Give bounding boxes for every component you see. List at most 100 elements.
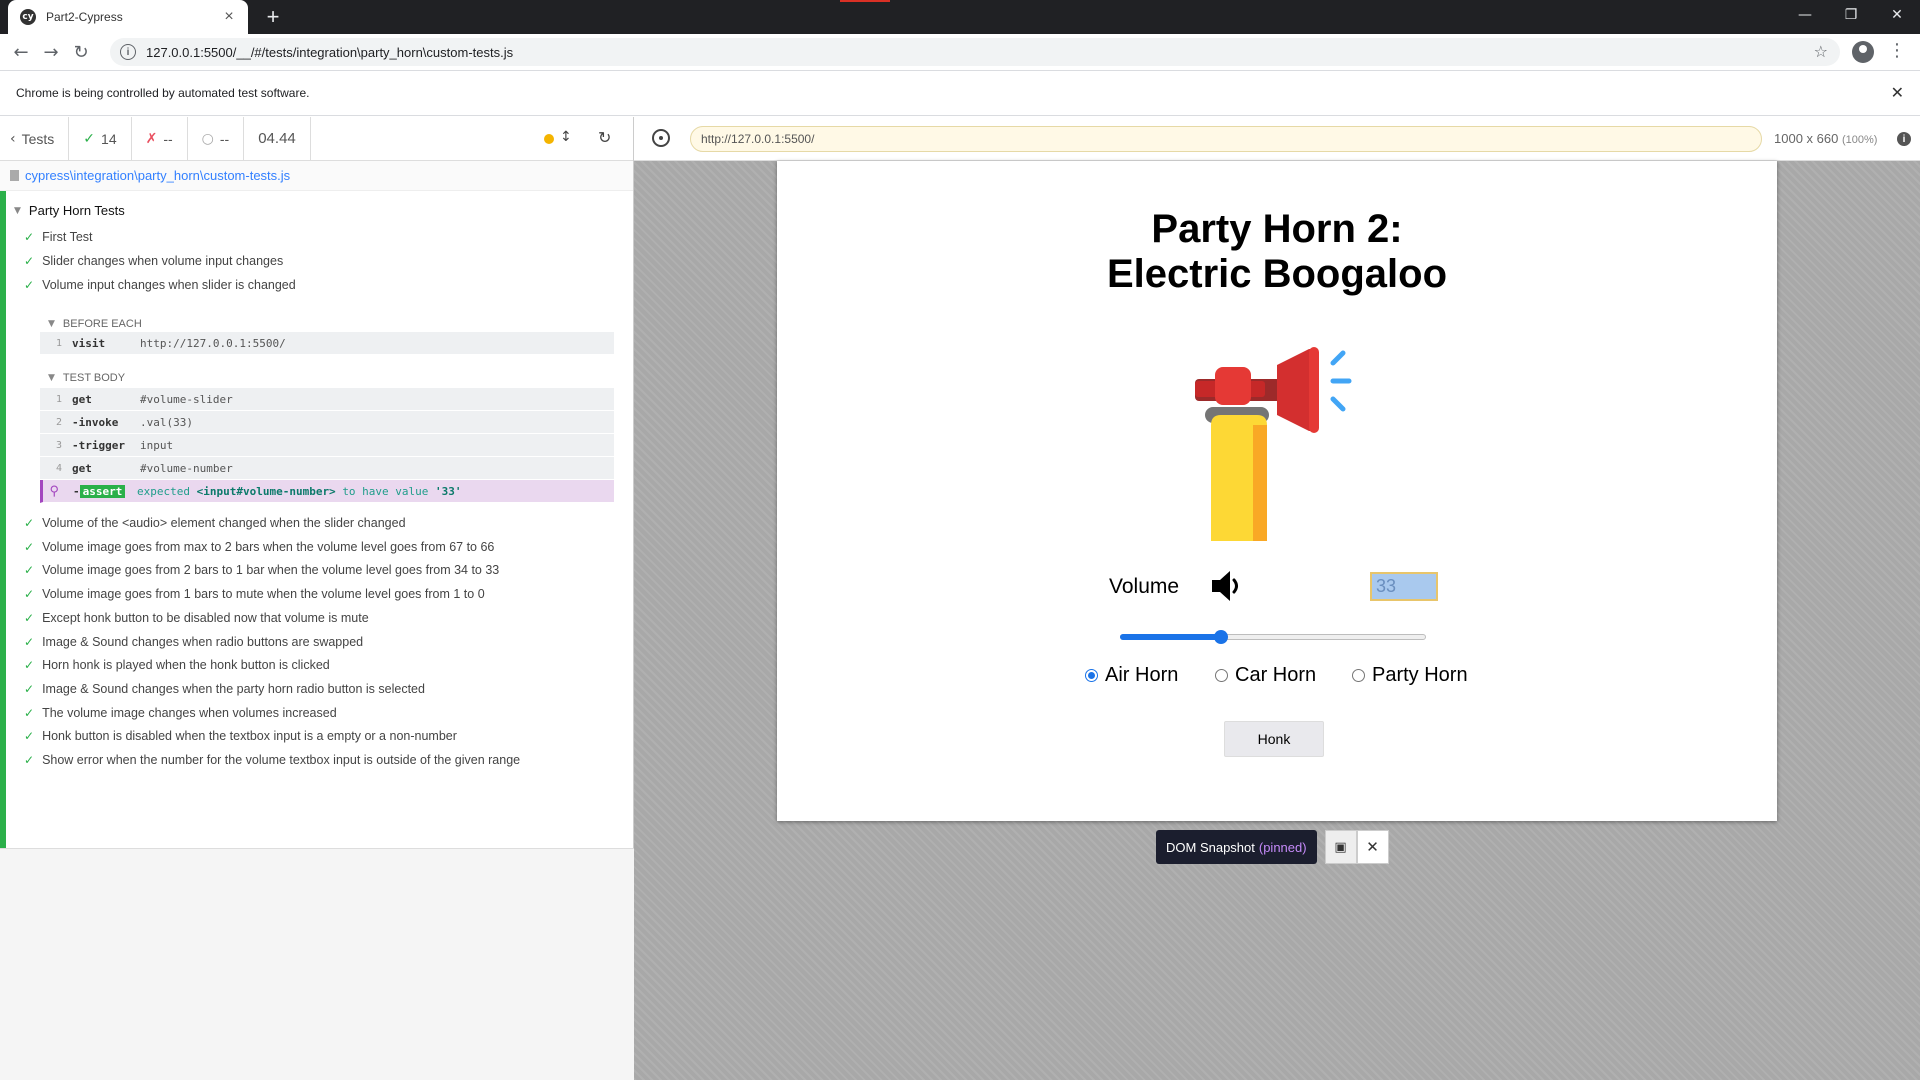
test-item-label: Show error when the number for the volum…	[42, 753, 521, 767]
test-item-label: Volume input changes when slider is chan…	[42, 278, 296, 292]
volume-slider-thumb[interactable]	[1213, 630, 1228, 644]
check-icon: ✓	[24, 705, 35, 720]
minimize-icon[interactable]: —	[1782, 0, 1828, 30]
command-name: -invoke	[72, 415, 119, 429]
check-icon: ✓	[24, 278, 35, 292]
infobar-close-icon[interactable]: ✕	[1891, 83, 1904, 102]
viewport-size: 1000 x 660 (100%)	[1774, 131, 1877, 146]
titlebar-accent	[840, 0, 890, 2]
address-url[interactable]: 127.0.0.1:5500/__/#/tests/integration\pa…	[146, 45, 513, 60]
radio-party-horn[interactable]: Party Horn	[1352, 664, 1468, 687]
passed-value: 14	[101, 130, 117, 147]
command-message: #volume-slider	[140, 392, 233, 406]
radio-air-horn[interactable]: Air Horn	[1085, 664, 1178, 687]
test-item[interactable]: ✓ The volume image changes when volumes i…	[24, 703, 337, 723]
test-item[interactable]: ✓ Image & Sound changes when radio button…	[24, 632, 363, 652]
test-item-label: Honk button is disabled when the textbox…	[42, 729, 457, 744]
volume-label: Volume	[1109, 575, 1180, 598]
selector-playground-icon[interactable]	[652, 129, 670, 147]
site-info-icon[interactable]: i	[120, 44, 136, 60]
test-item[interactable]: ✓ Show error when the number for the volu…	[24, 750, 520, 770]
command-message: http://127.0.0.1:5500/	[140, 336, 286, 350]
test-item[interactable]: ✓ Volume input changes when slider is cha…	[24, 275, 296, 295]
cypress-reporter: ‹ Tests ✓ 14 ✗ -- ○ -- 04.44 ↕ ↻ cypress…	[0, 116, 634, 1080]
command-row[interactable]: 1 get #volume-slider	[40, 388, 614, 411]
assert-command-row[interactable]: ⚲ - assert expected <input#volume-number>…	[40, 480, 614, 503]
pin-icon: ⚲	[49, 483, 59, 499]
test-item-label: Horn honk is played when the honk button…	[42, 658, 330, 673]
failed-value: --	[163, 130, 173, 147]
address-bar[interactable]: i 127.0.0.1:5500/__/#/tests/integration\…	[110, 38, 1840, 66]
test-item[interactable]: ✓ Volume image goes from 1 bars to mute w…	[24, 584, 485, 604]
test-body-hook[interactable]: ▼ TEST BODY	[48, 372, 125, 384]
test-item[interactable]: ✓ Horn honk is played when the honk butto…	[24, 655, 330, 675]
run-duration: 04.44	[244, 116, 311, 161]
profile-avatar-icon[interactable]	[1852, 41, 1874, 63]
command-name: -trigger	[72, 438, 125, 452]
automation-infobar: Chrome is being controlled by automated …	[0, 70, 1920, 116]
chevron-left-icon: ‹	[10, 130, 16, 147]
suite-title-text: Party Horn Tests	[28, 203, 125, 218]
close-tab-icon[interactable]: ×	[220, 8, 238, 26]
rerun-icon[interactable]: ↻	[598, 128, 611, 147]
forward-icon[interactable]: →	[36, 37, 66, 67]
command-row[interactable]: 1 visit http://127.0.0.1:5500/	[40, 332, 614, 355]
command-row[interactable]: 4 get #volume-number	[40, 457, 614, 480]
reload-icon[interactable]: ↻	[66, 37, 96, 67]
radio-air-horn-control[interactable]	[1085, 669, 1098, 682]
viewport-info-icon[interactable]: i	[1897, 132, 1911, 146]
assert-msg-value: '33'	[435, 484, 462, 498]
radio-car-horn-control[interactable]	[1215, 669, 1228, 682]
autoscroll-icon[interactable]: ↕	[560, 129, 572, 145]
honk-button[interactable]: Honk	[1224, 721, 1324, 757]
spec-path-text[interactable]: cypress\integration\party_horn\custom-te…	[25, 168, 290, 183]
spec-file-path[interactable]: cypress\integration\party_horn\custom-te…	[0, 161, 633, 191]
test-item-label: Volume image goes from 1 bars to mute wh…	[42, 587, 485, 602]
before-each-hook[interactable]: ▼ BEFORE EACH	[48, 318, 142, 330]
radio-party-horn-control[interactable]	[1352, 669, 1365, 682]
window-close-icon[interactable]: ✕	[1874, 0, 1920, 30]
bookmark-star-icon[interactable]: ☆	[1814, 42, 1828, 61]
snapshot-label-text: DOM Snapshot	[1166, 839, 1255, 855]
test-item[interactable]: ✓ Slider changes when volume input change…	[24, 251, 283, 271]
test-item[interactable]: ✓ Volume of the <audio> element changed w…	[24, 513, 406, 533]
test-item[interactable]: ✓ Except honk button to be disabled now t…	[24, 608, 369, 628]
highlight-toggle-icon[interactable]: ▣	[1324, 830, 1357, 864]
test-item[interactable]: ✓ Volume image goes from 2 bars to 1 bar …	[24, 560, 499, 580]
command-number: 4	[55, 462, 62, 474]
tests-back-button[interactable]: ‹ Tests	[0, 116, 70, 161]
back-icon[interactable]: ←	[6, 37, 36, 67]
test-item[interactable]: ✓ First Test	[24, 227, 93, 247]
aut-url-bar[interactable]: http://127.0.0.1:5500/	[690, 126, 1762, 152]
restore-icon[interactable]: ❐	[1828, 0, 1874, 30]
test-item[interactable]: ✓ Honk button is disabled when the textbo…	[24, 726, 457, 746]
browser-tab[interactable]: cy Part2-Cypress ×	[8, 0, 248, 34]
browser-menu-icon[interactable]: ⋮	[1888, 40, 1906, 61]
command-message: #volume-number	[140, 461, 233, 475]
new-tab-icon[interactable]: +	[260, 4, 286, 30]
pending-value: --	[219, 130, 230, 147]
test-item-label: Except honk button to be disabled now th…	[42, 610, 369, 625]
title-line-1: Party Horn 2:	[1151, 207, 1403, 251]
tab-title: Part2-Cypress	[46, 10, 123, 24]
reporter-empty-area	[0, 848, 634, 1080]
test-item-label: Volume image goes from max to 2 bars whe…	[42, 539, 495, 554]
volume-slider-fill	[1120, 634, 1221, 640]
before-each-label: BEFORE EACH	[62, 318, 142, 330]
test-body-label: TEST BODY	[62, 372, 126, 384]
volume-number-input[interactable]: 33	[1370, 572, 1438, 601]
unpin-close-icon[interactable]: ✕	[1356, 830, 1389, 864]
test-item[interactable]: ✓ Volume image goes from max to 2 bars wh…	[24, 537, 494, 557]
radio-car-horn-label: Car Horn	[1235, 664, 1317, 686]
radio-car-horn[interactable]: Car Horn	[1215, 664, 1316, 687]
viewport-dimensions: 1000 x 660	[1774, 131, 1839, 146]
command-row[interactable]: 2 -invoke .val(33)	[40, 411, 614, 434]
check-icon: ✓	[24, 516, 35, 530]
dom-snapshot-bar: DOM Snapshot (pinned) ▣ ✕	[1156, 830, 1389, 864]
test-item[interactable]: ✓ Image & Sound changes when the party ho…	[24, 679, 425, 699]
suite-title[interactable]: ▼ Party Horn Tests	[14, 203, 125, 218]
test-item-label: Image & Sound changes when the party hor…	[42, 681, 425, 696]
command-row[interactable]: 3 -trigger input	[40, 434, 614, 457]
title-line-2: Electric Boogaloo	[1106, 252, 1448, 296]
pending-circle-icon: ○	[201, 130, 214, 147]
